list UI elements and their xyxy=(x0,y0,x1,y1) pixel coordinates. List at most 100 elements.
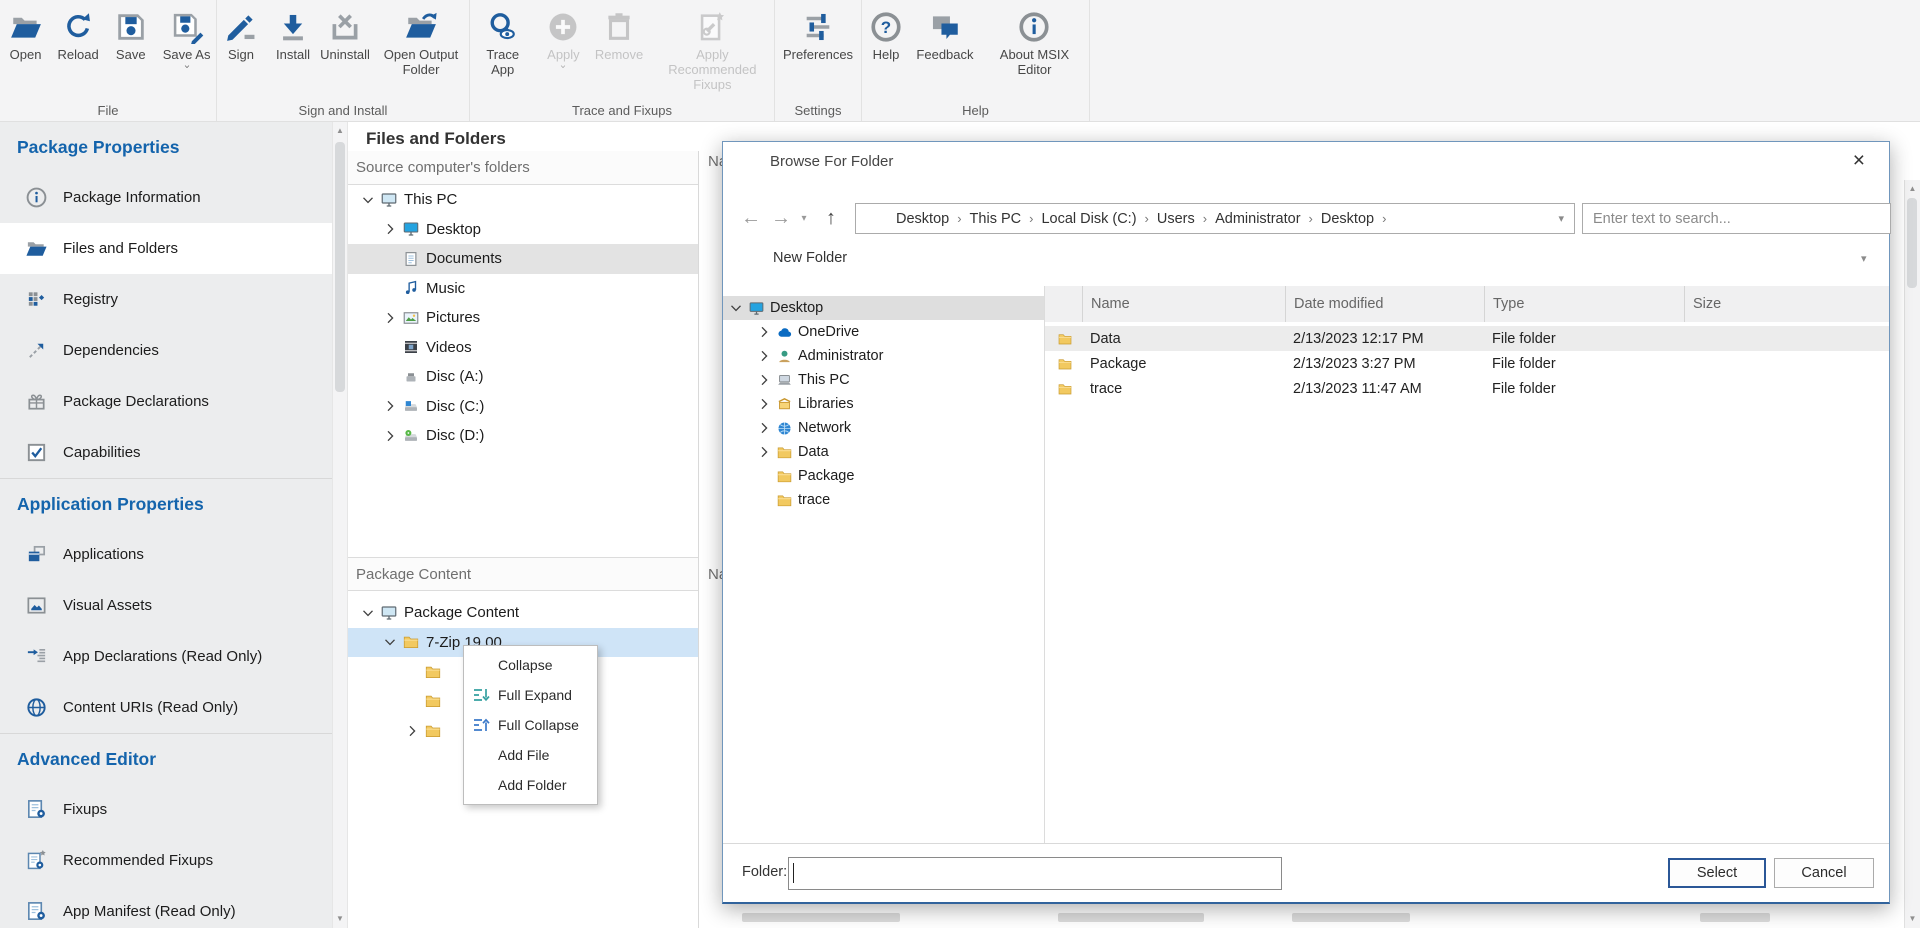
file-list-row-package[interactable]: Package2/13/2023 3:27 PMFile folder xyxy=(1045,351,1889,376)
breadcrumb-segment-this-pc[interactable]: This PC xyxy=(962,211,1030,227)
scroll-up-icon[interactable]: ▲ xyxy=(333,124,347,138)
breadcrumb-segment-users[interactable]: Users xyxy=(1149,211,1203,227)
scrollbar-thumb[interactable] xyxy=(1907,198,1917,288)
column-header-type[interactable]: Type xyxy=(1484,286,1684,322)
save-button[interactable]: Save xyxy=(107,8,155,64)
trace-app-button[interactable]: Trace App xyxy=(470,8,535,79)
sidebar-item-files-and-folders[interactable]: Files and Folders xyxy=(0,223,332,274)
chevron-down-icon[interactable] xyxy=(558,63,568,70)
chevron-down-icon[interactable] xyxy=(382,634,398,650)
up-icon[interactable]: ↑ xyxy=(819,201,843,236)
file-list-row-data[interactable]: Data2/13/2023 12:17 PMFile folder xyxy=(1045,326,1889,351)
save-as-button[interactable]: Save As xyxy=(159,8,215,72)
remove-button[interactable]: Remove xyxy=(591,8,646,64)
column-header-date-modified[interactable]: Date modified xyxy=(1285,286,1484,322)
tree-item-documents[interactable]: Documents xyxy=(348,244,698,274)
menu-item-add-folder[interactable]: Add Folder xyxy=(464,770,597,800)
menu-item-full-collapse[interactable]: Full Collapse xyxy=(464,710,597,740)
menu-item-add-file[interactable]: Add File xyxy=(464,740,597,770)
sidebar-item-recommended-fixups[interactable]: Recommended Fixups xyxy=(0,835,332,886)
tree-item-disc-c[interactable]: Disc (C:) xyxy=(348,392,698,422)
tree-item-disc-a[interactable]: Disc (A:) xyxy=(348,362,698,392)
install-button[interactable]: Install xyxy=(269,8,317,64)
tree-item-disc-d[interactable]: Disc (D:) xyxy=(348,421,698,451)
folder-input[interactable] xyxy=(788,857,1282,890)
dialog-titlebar[interactable]: Browse For Folder × xyxy=(723,142,1889,182)
chevron-right-icon[interactable] xyxy=(756,348,772,364)
forward-icon[interactable]: → xyxy=(769,201,793,236)
search-input[interactable] xyxy=(1583,204,1890,233)
tree-item-trace[interactable]: trace xyxy=(723,488,1044,512)
uninstall-button[interactable]: Uninstall xyxy=(321,8,369,64)
back-icon[interactable]: ← xyxy=(739,201,763,236)
apply-button[interactable]: Apply xyxy=(539,8,587,72)
chevron-right-icon[interactable] xyxy=(382,221,398,237)
view-dropdown-icon[interactable]: ▾ xyxy=(1861,252,1867,265)
tree-item-this-pc[interactable]: This PC xyxy=(723,368,1044,392)
sidebar-item-registry[interactable]: Registry xyxy=(0,274,332,325)
scroll-down-icon[interactable]: ▼ xyxy=(333,912,347,926)
tree-item-network[interactable]: Network xyxy=(723,416,1044,440)
apply-recommended-fixups-button[interactable]: Apply Recommended Fixups xyxy=(651,8,774,94)
file-list-row-trace[interactable]: trace2/13/2023 11:47 AMFile folder xyxy=(1045,376,1889,401)
breadcrumb-segment-desktop[interactable]: Desktop xyxy=(888,211,957,227)
chevron-right-icon[interactable] xyxy=(756,324,772,340)
new-folder-button[interactable]: New Folder xyxy=(743,247,847,268)
sidebar-item-capabilities[interactable]: Capabilities xyxy=(0,427,332,478)
tree-item-onedrive[interactable]: OneDrive xyxy=(723,320,1044,344)
main-list-scrollbar[interactable]: ▲ ▼ xyxy=(1904,180,1920,928)
sidebar-scrollbar[interactable]: ▲ ▼ xyxy=(332,122,348,928)
tree-item-desktop[interactable]: Desktop xyxy=(348,215,698,245)
sidebar-item-package-declarations[interactable]: Package Declarations xyxy=(0,376,332,427)
history-dropdown-icon[interactable]: ▾ xyxy=(797,201,811,236)
tree-item-this-pc[interactable]: This PC xyxy=(348,185,698,215)
select-button[interactable]: Select xyxy=(1668,858,1766,888)
tree-item-pictures[interactable]: Pictures xyxy=(348,303,698,333)
chevron-right-icon[interactable] xyxy=(382,398,398,414)
chevron-down-icon[interactable] xyxy=(182,63,192,70)
breadcrumb-segment-desktop[interactable]: Desktop xyxy=(1313,211,1382,227)
file-list-header[interactable]: NameDate modifiedTypeSize xyxy=(1045,286,1889,322)
scroll-down-icon[interactable]: ▼ xyxy=(1905,912,1920,926)
preferences-button[interactable]: Preferences xyxy=(779,8,857,64)
breadcrumb[interactable]: Desktop›This PC›Local Disk (C:)›Users›Ad… xyxy=(855,203,1575,234)
sidebar-item-fixups[interactable]: Fixups xyxy=(0,784,332,835)
sidebar-item-content-uris-read-only[interactable]: Content URIs (Read Only) xyxy=(0,682,332,733)
open-button[interactable]: Open xyxy=(2,8,50,64)
menu-item-full-expand[interactable]: Full Expand xyxy=(464,680,597,710)
tree-item-package-content[interactable]: Package Content xyxy=(348,598,698,628)
sidebar-item-visual-assets[interactable]: Visual Assets xyxy=(0,580,332,631)
sign-button[interactable]: Sign xyxy=(217,8,265,64)
chevron-right-icon[interactable] xyxy=(756,372,772,388)
dialog-search-box[interactable] xyxy=(1582,203,1891,234)
chevron-right-icon[interactable] xyxy=(382,310,398,326)
sidebar-item-app-manifest-read-only[interactable]: App Manifest (Read Only) xyxy=(0,886,332,928)
breadcrumb-dropdown-icon[interactable]: ▾ xyxy=(1558,212,1568,225)
sidebar-item-dependencies[interactable]: Dependencies xyxy=(0,325,332,376)
sidebar-item-package-information[interactable]: Package Information xyxy=(0,172,332,223)
tree-item-administrator[interactable]: Administrator xyxy=(723,344,1044,368)
chevron-right-icon[interactable] xyxy=(404,723,420,739)
sidebar-item-app-declarations-read-only[interactable]: App Declarations (Read Only) xyxy=(0,631,332,682)
breadcrumb-segment-local-disk-c[interactable]: Local Disk (C:) xyxy=(1033,211,1144,227)
view-list-icon[interactable] xyxy=(1835,248,1855,268)
help-button[interactable]: ?Help xyxy=(862,8,910,64)
chevron-right-icon[interactable] xyxy=(756,396,772,412)
tree-item-data[interactable]: Data xyxy=(723,440,1044,464)
tree-item-desktop[interactable]: Desktop xyxy=(723,296,1044,320)
help-filled-icon[interactable] xyxy=(1807,248,1828,269)
scroll-up-icon[interactable]: ▲ xyxy=(1905,182,1920,196)
column-header-size[interactable]: Size xyxy=(1684,286,1891,322)
chevron-right-icon[interactable] xyxy=(756,420,772,436)
tree-item-package[interactable]: Package xyxy=(723,464,1044,488)
chevron-right-icon[interactable] xyxy=(382,428,398,444)
chevron-down-icon[interactable] xyxy=(728,300,744,316)
column-header-name[interactable]: Name xyxy=(1082,286,1285,322)
breadcrumb-segment-administrator[interactable]: Administrator xyxy=(1207,211,1308,227)
cancel-button[interactable]: Cancel xyxy=(1774,858,1874,888)
menu-item-collapse[interactable]: Collapse xyxy=(464,650,597,680)
reload-button[interactable]: Reload xyxy=(54,8,103,64)
about-msix-editor-button[interactable]: About MSIX Editor xyxy=(980,8,1089,79)
tree-item-videos[interactable]: Videos xyxy=(348,333,698,363)
chevron-right-icon[interactable] xyxy=(756,444,772,460)
